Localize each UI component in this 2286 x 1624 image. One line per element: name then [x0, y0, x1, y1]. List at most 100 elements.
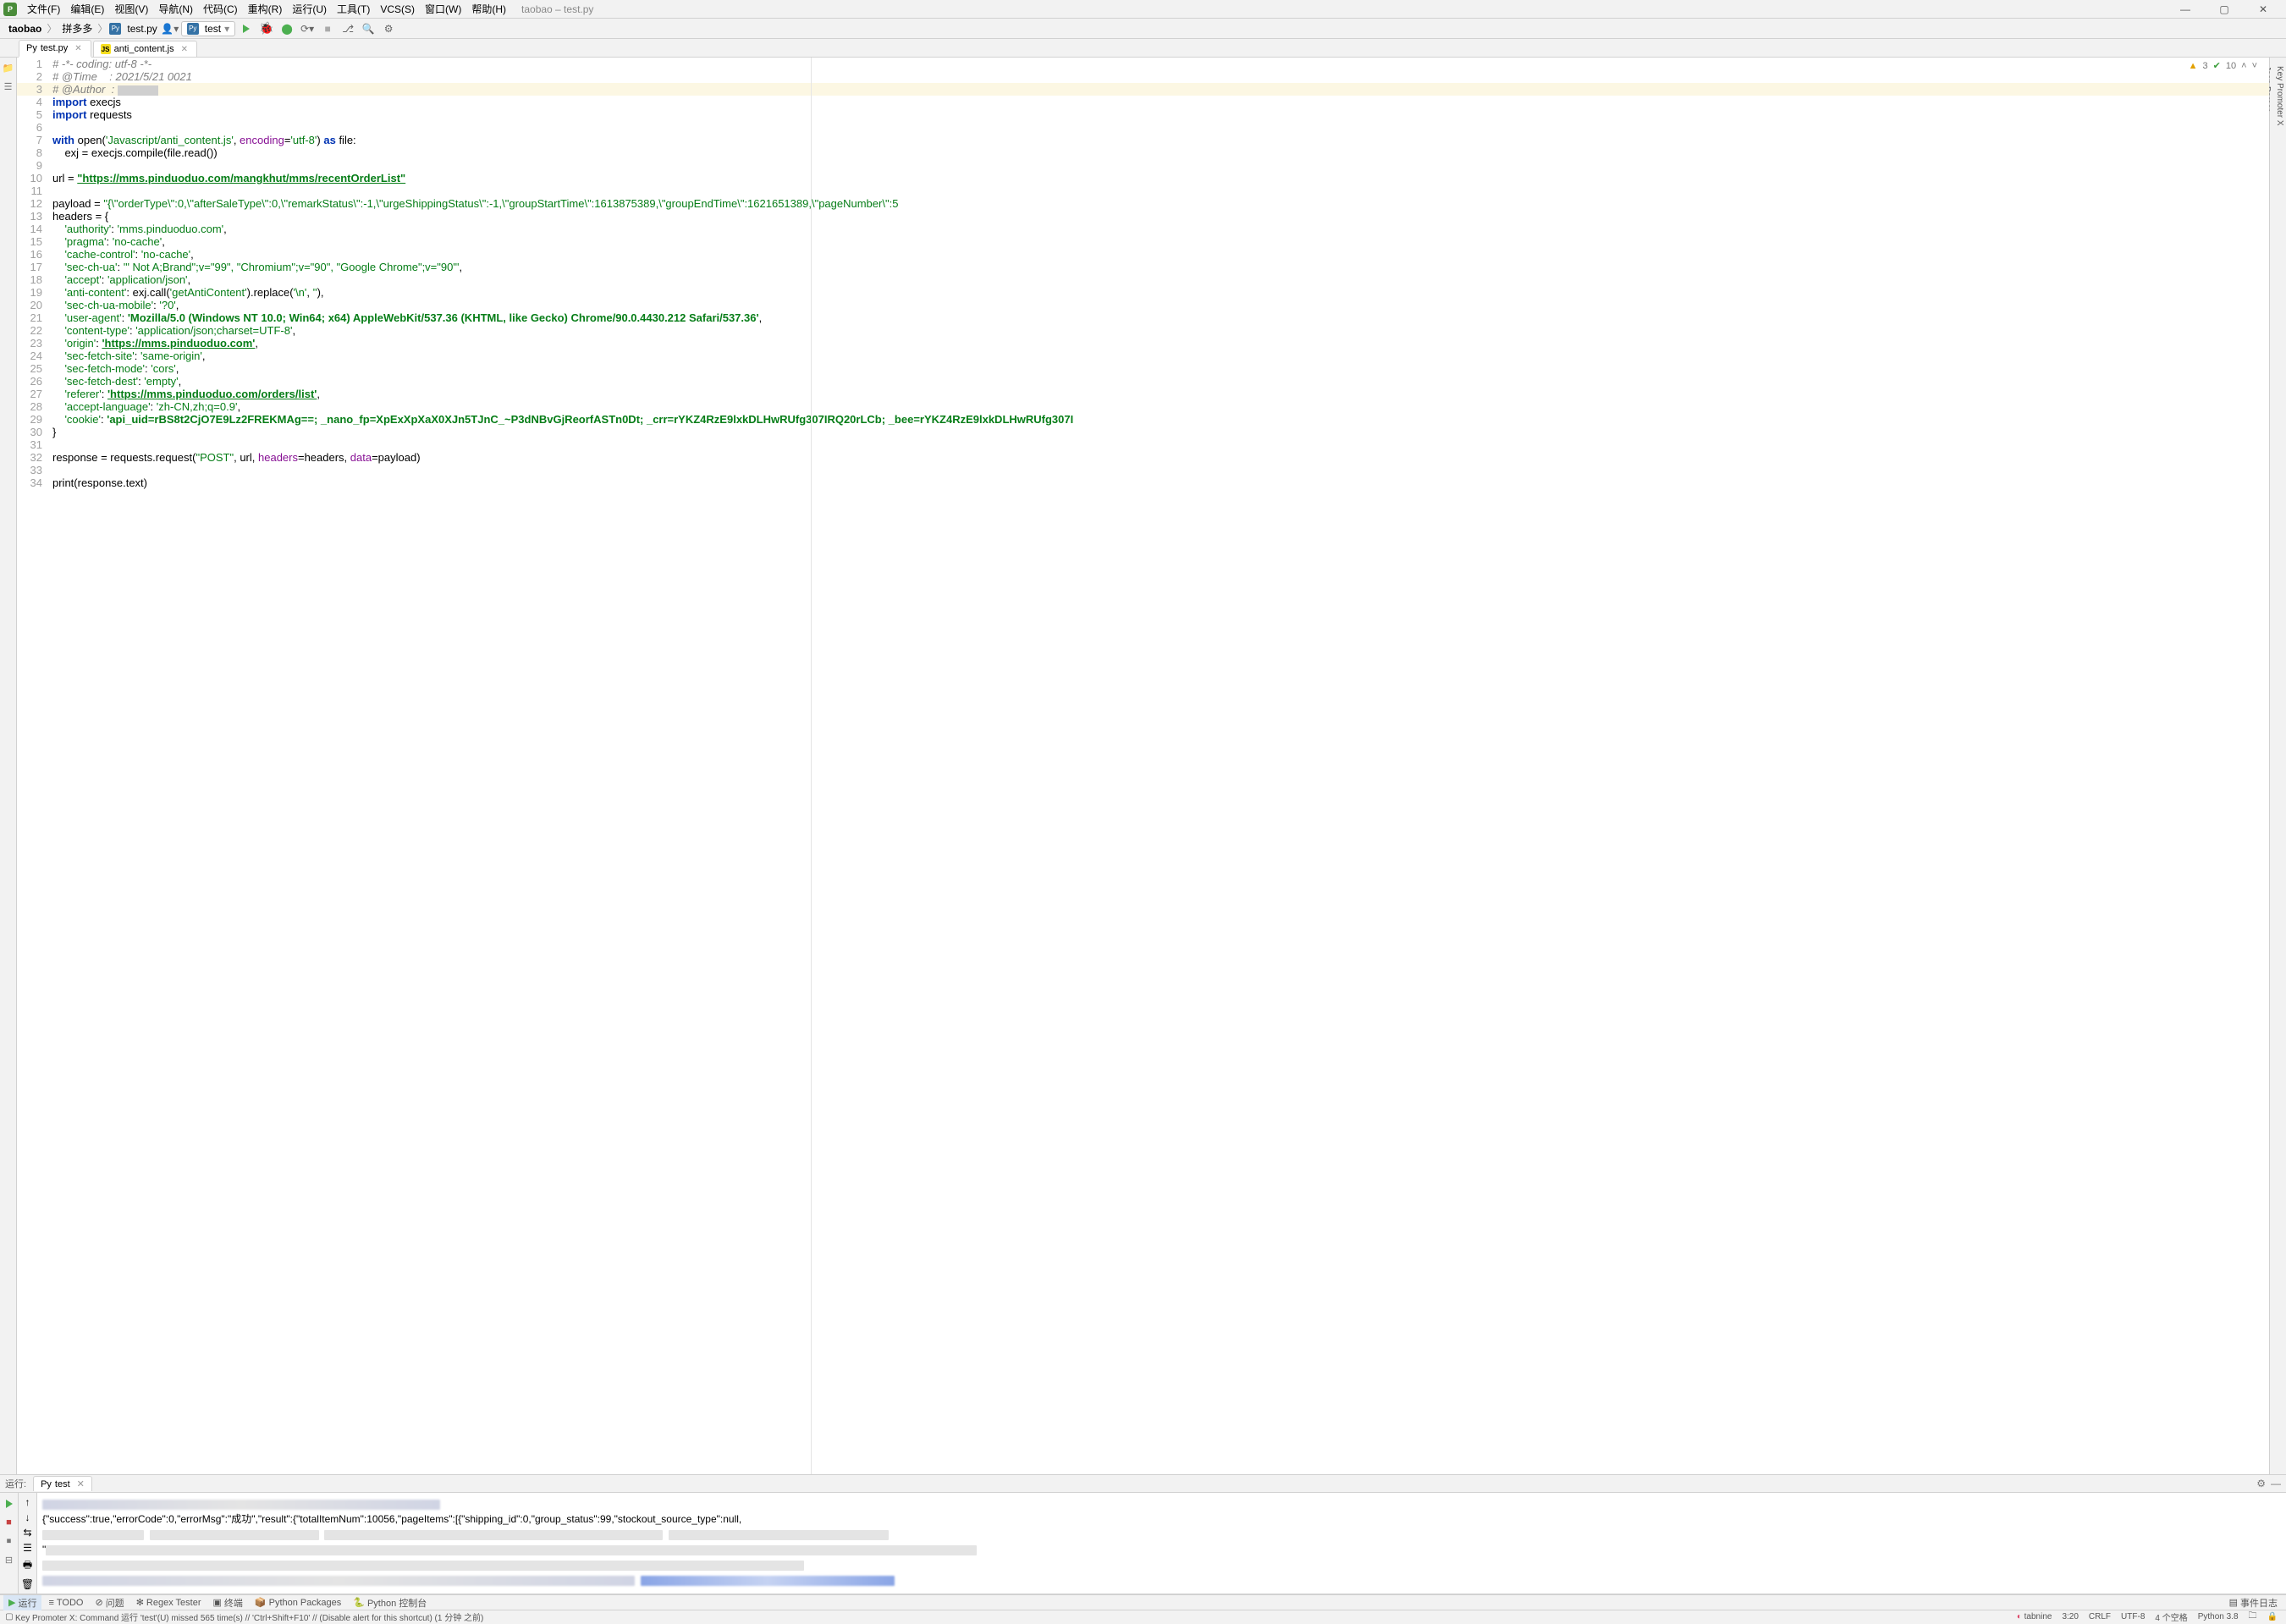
terminal-tab-button[interactable]: ▣终端	[208, 1595, 248, 1610]
print-button[interactable]: 🖶	[23, 1557, 32, 1575]
code-text: 'empty'	[144, 375, 178, 388]
menu-refactor[interactable]: 重构(R)	[243, 0, 288, 18]
clear-all-button[interactable]: 🗑	[21, 1578, 34, 1590]
add-config-button[interactable]: 👤▾	[161, 19, 179, 38]
bottom-tool-tabs: ▶运行 ≡TODO ⊘问题 ✻Regex Tester ▣终端 📦Python …	[0, 1594, 2286, 1610]
breadcrumb-file[interactable]: test.py	[124, 21, 160, 36]
line-separator[interactable]: CRLF	[2084, 1612, 2116, 1621]
breadcrumb-root[interactable]: taobao	[5, 21, 45, 36]
menu-file[interactable]: 文件(F)	[22, 0, 65, 18]
breadcrumb-folder[interactable]: 拼多多	[58, 19, 96, 37]
read-only-icon[interactable]: 🔒	[2262, 1612, 2283, 1621]
run-config-label: test	[205, 23, 221, 35]
tool-hide-icon[interactable]: —	[2271, 1478, 2281, 1489]
code-editor[interactable]: ▲3 ✔10 ˄ ˅ 1# -*- coding: utf-8 -*- 2# @…	[17, 58, 2269, 1474]
run-tab-button[interactable]: ▶运行	[3, 1595, 41, 1610]
structure-tool-button[interactable]: ☰	[2, 80, 15, 93]
code-text: 'no-cache'	[113, 235, 162, 248]
tabnine-widget[interactable]: ◐ tabnine	[2012, 1612, 2057, 1621]
log-icon: ▤	[2229, 1597, 2238, 1608]
code-text: 'content-type'	[64, 324, 129, 337]
redacted-output	[46, 1545, 977, 1555]
scroll-to-end-button[interactable]: ☰	[23, 1542, 32, 1554]
tab-test-py[interactable]: Py test.py ✕	[19, 40, 91, 58]
close-icon[interactable]: ✕	[77, 1478, 85, 1489]
code-text: 'cookie'	[64, 413, 101, 426]
chevron-up-icon[interactable]: ˄	[2241, 61, 2246, 71]
code-text: headers	[258, 451, 298, 464]
event-log-tab-button[interactable]: ▤事件日志	[2224, 1595, 2283, 1610]
code-text: # -*- coding: utf-8 -*-	[52, 58, 151, 70]
code-text: # @Time : 2021/5/21 0021	[52, 70, 192, 83]
soft-wrap-button[interactable]: ⇆	[23, 1527, 31, 1539]
tab-label: 运行	[18, 1596, 36, 1610]
code-text: 'mms.pinduoduo.com'	[118, 223, 224, 235]
menu-window[interactable]: 窗口(W)	[420, 0, 466, 18]
close-button[interactable]: ✕	[2244, 1, 2283, 18]
stop-button[interactable]: ■	[2, 1515, 17, 1530]
minimize-button[interactable]: —	[2166, 1, 2205, 18]
python-console-tab-button[interactable]: 🐍Python 控制台	[348, 1595, 432, 1610]
code-text: response = requests.request(	[52, 451, 196, 464]
code-text: }	[52, 426, 56, 438]
python-packages-tab-button[interactable]: 📦Python Packages	[250, 1596, 346, 1609]
problems-tab-button[interactable]: ⊘问题	[90, 1595, 129, 1610]
search-everywhere-button[interactable]: 🔍	[359, 19, 377, 38]
code-text: import	[52, 96, 86, 108]
debug-button[interactable]: 🐞	[257, 19, 276, 38]
regex-tab-button[interactable]: ✻Regex Tester	[131, 1596, 207, 1609]
menu-view[interactable]: 视图(V)	[109, 0, 153, 18]
down-stack-button[interactable]: ↓	[25, 1511, 30, 1523]
git-button[interactable]: ⎇	[339, 19, 357, 38]
run-tool-tab[interactable]: Py test ✕	[33, 1476, 92, 1491]
js-file-icon: JS	[101, 44, 111, 54]
tool-windows-icon[interactable]: ▢	[3, 1612, 15, 1621]
menu-edit[interactable]: 编辑(E)	[65, 0, 109, 18]
interpreter-widget[interactable]: Python 3.8	[2193, 1612, 2244, 1621]
exit-button[interactable]: ⏹	[2, 1533, 17, 1549]
code-text: 'referer'	[64, 388, 101, 400]
menu-bar: P 文件(F) 编辑(E) 视图(V) 导航(N) 代码(C) 重构(R) 运行…	[0, 0, 2286, 19]
caret-position[interactable]: 3:20	[2057, 1612, 2083, 1621]
menu-help[interactable]: 帮助(H)	[466, 0, 511, 18]
inspection-widget[interactable]: ▲3 ✔10 ˄ ˅	[2185, 59, 2261, 72]
chevron-down-icon[interactable]: ˅	[2252, 61, 2257, 71]
file-encoding[interactable]: UTF-8	[2116, 1612, 2150, 1621]
menu-tools[interactable]: 工具(T)	[332, 0, 375, 18]
menu-vcs[interactable]: VCS(S)	[375, 2, 420, 17]
pin-button[interactable]: ⊟	[2, 1552, 17, 1567]
memory-indicator[interactable]: 🗀	[2244, 1610, 2262, 1624]
menu-code[interactable]: 代码(C)	[198, 0, 243, 18]
code-text: =headers,	[298, 451, 350, 464]
python-icon: Py	[41, 1479, 52, 1489]
maximize-button[interactable]: ▢	[2205, 1, 2244, 18]
menu-navigate[interactable]: 导航(N)	[153, 0, 198, 18]
code-text: : exj.call(	[126, 286, 169, 299]
key-promoter-tool-button[interactable]: Key Promoter X	[2273, 61, 2286, 1474]
redacted-author	[118, 85, 158, 96]
output-text: {"success":true,"errorCode":0,"errorMsg"…	[42, 1511, 2281, 1527]
code-text: 'zh-CN,zh;q=0.9'	[157, 400, 238, 413]
code-text: 'authority'	[64, 223, 111, 235]
up-stack-button[interactable]: ↑	[25, 1496, 30, 1508]
run-button[interactable]	[237, 19, 256, 38]
run-configuration-selector[interactable]: Py test ▾	[181, 21, 235, 36]
menu-run[interactable]: 运行(U)	[287, 0, 332, 18]
stop-button[interactable]: ■	[318, 19, 337, 38]
code-text: 'sec-ch-ua-mobile'	[64, 299, 153, 311]
warning-icon: ▲	[2189, 61, 2198, 71]
settings-button[interactable]: ⚙	[379, 19, 398, 38]
profile-button[interactable]: ⟳▾	[298, 19, 317, 38]
todo-tab-button[interactable]: ≡TODO	[43, 1597, 88, 1609]
close-tab-icon[interactable]: ✕	[74, 44, 81, 53]
project-tool-button[interactable]: 📁	[2, 61, 15, 74]
rerun-button[interactable]	[2, 1496, 17, 1511]
tab-label: anti_content.js	[114, 44, 174, 54]
tool-settings-icon[interactable]: ⚙	[2256, 1478, 2266, 1489]
run-output[interactable]: {"success":true,"errorCode":0,"errorMsg"…	[37, 1493, 2286, 1594]
code-text: 'Mozilla/5.0 (Windows NT 10.0; Win64; x6…	[128, 311, 759, 324]
close-tab-icon[interactable]: ✕	[181, 45, 188, 54]
tab-anti-content-js[interactable]: JS anti_content.js ✕	[93, 41, 197, 57]
coverage-button[interactable]: ⬤	[278, 19, 296, 38]
code-text: payload =	[52, 197, 103, 210]
